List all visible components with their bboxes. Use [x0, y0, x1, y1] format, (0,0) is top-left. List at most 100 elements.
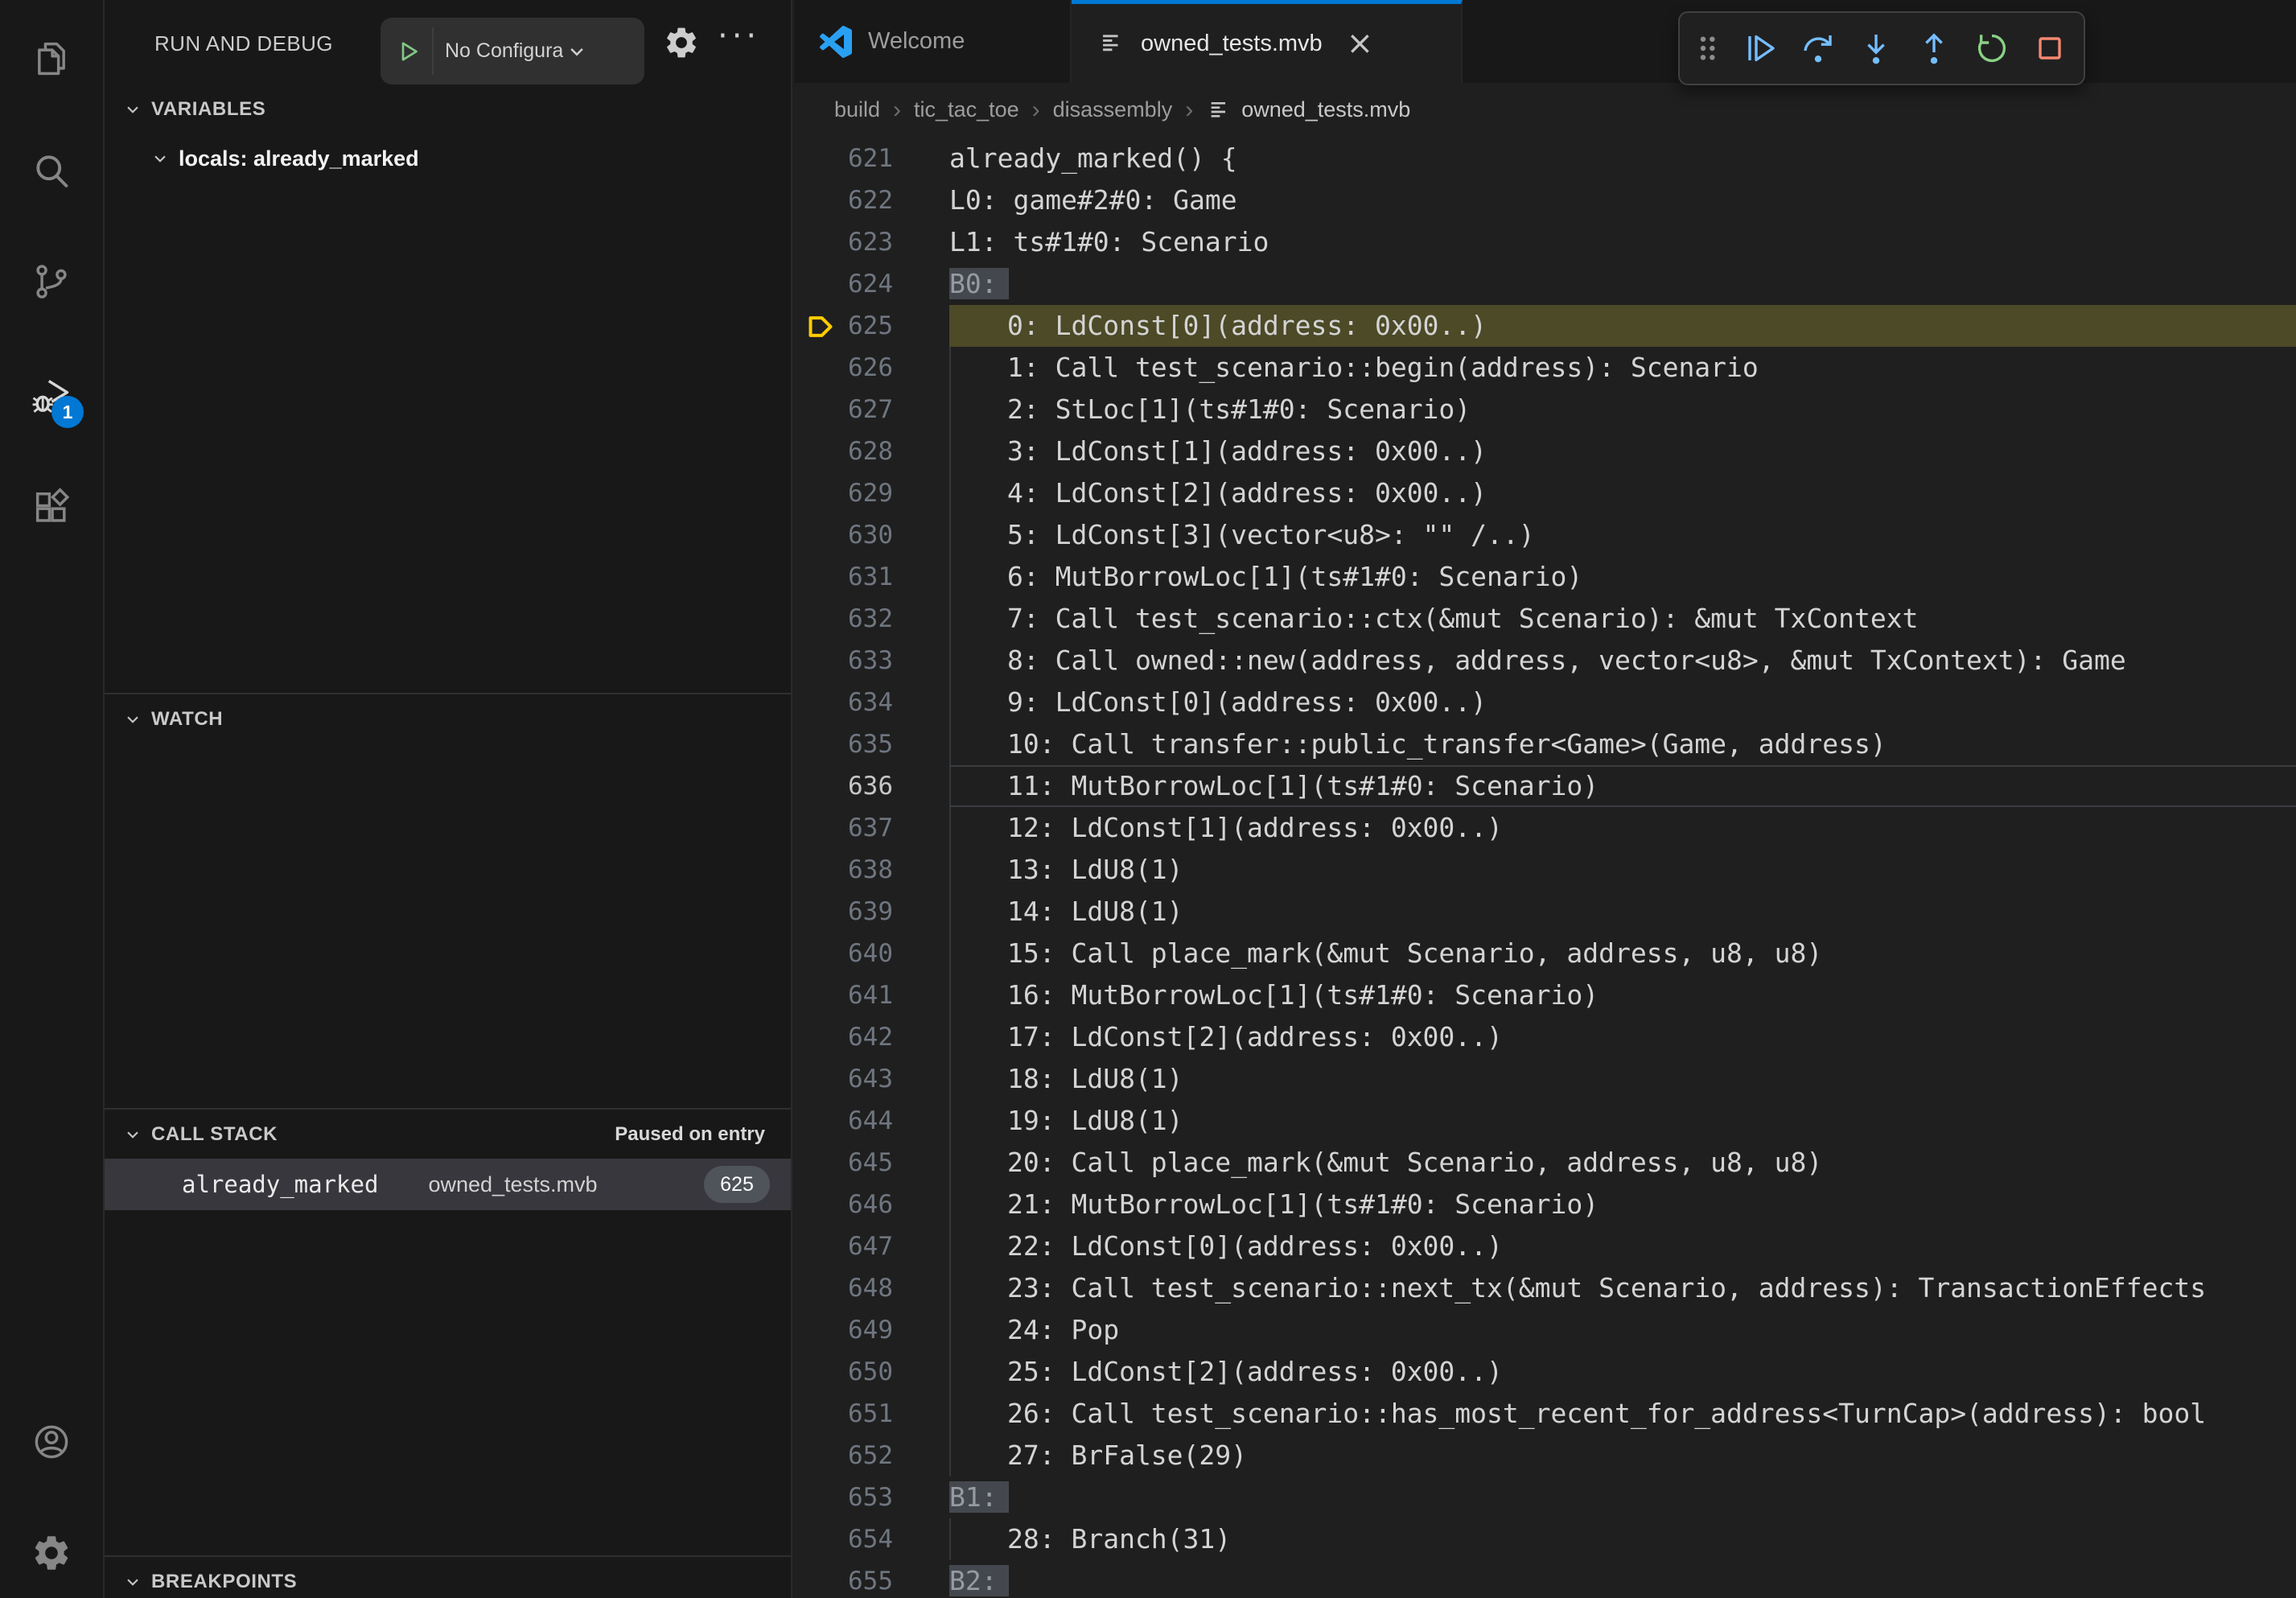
- start-debug-icon[interactable]: [393, 37, 422, 66]
- line-content[interactable]: 20: Call place_mark(&mut Scenario, addre…: [949, 1142, 2296, 1184]
- line-number[interactable]: 621: [794, 138, 893, 179]
- debug-continue-button[interactable]: [1736, 23, 1784, 73]
- line-content[interactable]: already_marked() {: [949, 138, 2296, 179]
- line-content[interactable]: 6: MutBorrowLoc[1](ts#1#0: Scenario): [949, 556, 2296, 598]
- line-content[interactable]: 9: LdConst[0](address: 0x00..): [949, 682, 2296, 723]
- line-number[interactable]: 633: [794, 640, 893, 682]
- line-number[interactable]: 655: [794, 1560, 893, 1598]
- line-number[interactable]: 628: [794, 430, 893, 472]
- line-number[interactable]: 651: [794, 1393, 893, 1435]
- line-content[interactable]: 25: LdConst[2](address: 0x00..): [949, 1351, 2296, 1393]
- close-tab-icon[interactable]: ×: [1347, 27, 1374, 60]
- line-content[interactable]: 17: LdConst[2](address: 0x00..): [949, 1016, 2296, 1058]
- line-number[interactable]: 630: [794, 514, 893, 556]
- line-number[interactable]: 640: [794, 933, 893, 974]
- section-header-watch[interactable]: WATCH: [105, 697, 791, 742]
- debug-step-over-button[interactable]: [1794, 23, 1841, 73]
- line-number[interactable]: 648: [794, 1267, 893, 1309]
- activity-item-explorer[interactable]: [0, 12, 103, 105]
- line-content[interactable]: 14: LdU8(1): [949, 891, 2296, 933]
- line-number[interactable]: 627: [794, 389, 893, 430]
- line-number[interactable]: 638: [794, 849, 893, 891]
- activity-item-source-control[interactable]: [0, 235, 103, 328]
- line-content[interactable]: 13: LdU8(1): [949, 849, 2296, 891]
- line-content[interactable]: 12: LdConst[1](address: 0x00..): [949, 807, 2296, 849]
- line-content[interactable]: 24: Pop: [949, 1309, 2296, 1351]
- line-content[interactable]: 21: MutBorrowLoc[1](ts#1#0: Scenario): [949, 1184, 2296, 1225]
- debug-step-out-button[interactable]: [1911, 23, 1958, 73]
- line-number[interactable]: 632: [794, 598, 893, 640]
- line-content[interactable]: 0: LdConst[0](address: 0x00..): [949, 305, 2296, 347]
- line-number[interactable]: 646: [794, 1184, 893, 1225]
- line-content[interactable]: 10: Call transfer::public_transfer<Game>…: [949, 723, 2296, 765]
- line-number[interactable]: 639: [794, 891, 893, 933]
- line-content[interactable]: 26: Call test_scenario::has_most_recent_…: [949, 1393, 2296, 1435]
- line-number[interactable]: 645: [794, 1142, 893, 1184]
- more-actions-button[interactable]: ···: [718, 18, 760, 55]
- line-number[interactable]: 631: [794, 556, 893, 598]
- breadcrumb-item[interactable]: tic_tac_toe: [914, 97, 1019, 122]
- line-number[interactable]: 637: [794, 807, 893, 849]
- line-number[interactable]: 624: [794, 263, 893, 305]
- line-number[interactable]: 654: [794, 1518, 893, 1560]
- activity-item-search[interactable]: [0, 124, 103, 217]
- line-content[interactable]: 23: Call test_scenario::next_tx(&mut Sce…: [949, 1267, 2296, 1309]
- line-content[interactable]: 5: LdConst[3](vector<u8>: "" /..): [949, 514, 2296, 556]
- debug-settings-gear-icon[interactable]: [663, 24, 700, 61]
- line-content[interactable]: L0: game#2#0: Game: [949, 179, 2296, 221]
- line-number[interactable]: 641: [794, 974, 893, 1016]
- line-number[interactable]: 635: [794, 723, 893, 765]
- line-content[interactable]: 2: StLoc[1](ts#1#0: Scenario): [949, 389, 2296, 430]
- line-number[interactable]: 642: [794, 1016, 893, 1058]
- activity-item-extensions[interactable]: [0, 460, 103, 554]
- line-number[interactable]: 653: [794, 1477, 893, 1518]
- line-content[interactable]: 3: LdConst[1](address: 0x00..): [949, 430, 2296, 472]
- line-content[interactable]: 15: Call place_mark(&mut Scenario, addre…: [949, 933, 2296, 974]
- line-number[interactable]: 643: [794, 1058, 893, 1100]
- line-number[interactable]: 647: [794, 1225, 893, 1267]
- breadcrumb-file[interactable]: owned_tests.mvb: [1241, 97, 1410, 122]
- call-stack-frame[interactable]: already_marked owned_tests.mvb 625: [105, 1159, 791, 1210]
- line-number[interactable]: 650: [794, 1351, 893, 1393]
- line-content[interactable]: B1:: [949, 1477, 2296, 1518]
- line-content[interactable]: 16: MutBorrowLoc[1](ts#1#0: Scenario): [949, 974, 2296, 1016]
- breadcrumb-item[interactable]: disassembly: [1053, 97, 1173, 122]
- line-content[interactable]: 7: Call test_scenario::ctx(&mut Scenario…: [949, 598, 2296, 640]
- line-number[interactable]: 626: [794, 347, 893, 389]
- line-content[interactable]: 28: Branch(31): [949, 1518, 2296, 1560]
- line-content[interactable]: 4: LdConst[2](address: 0x00..): [949, 472, 2296, 514]
- line-number[interactable]: 623: [794, 221, 893, 263]
- section-header-breakpoints[interactable]: BREAKPOINTS: [105, 1559, 791, 1598]
- line-content[interactable]: 11: MutBorrowLoc[1](ts#1#0: Scenario): [949, 765, 2296, 807]
- line-content[interactable]: 1: Call test_scenario::begin(address): S…: [949, 347, 2296, 389]
- line-number[interactable]: 636: [794, 765, 893, 807]
- breadcrumb-item[interactable]: build: [834, 97, 880, 122]
- debug-configuration-dropdown[interactable]: No Configura: [381, 18, 644, 84]
- line-content[interactable]: L1: ts#1#0: Scenario: [949, 221, 2296, 263]
- activity-item-settings[interactable]: [0, 1506, 103, 1598]
- line-content[interactable]: B0:: [949, 263, 2296, 305]
- debug-stop-button[interactable]: [2026, 23, 2074, 73]
- variables-scope-locals[interactable]: locals: already_marked: [105, 137, 791, 180]
- line-number[interactable]: 649: [794, 1309, 893, 1351]
- line-number[interactable]: 644: [794, 1100, 893, 1142]
- line-content[interactable]: B2:: [949, 1560, 2296, 1598]
- debug-step-into-button[interactable]: [1853, 23, 1900, 73]
- line-content[interactable]: 8: Call owned::new(address, address, vec…: [949, 640, 2296, 682]
- line-number[interactable]: 652: [794, 1435, 893, 1477]
- line-number[interactable]: 629: [794, 472, 893, 514]
- debug-restart-button[interactable]: [1969, 23, 2016, 73]
- activity-item-run-and-debug[interactable]: [0, 349, 103, 443]
- activity-item-account[interactable]: [0, 1395, 103, 1489]
- toolbar-drag-handle-icon[interactable]: [1689, 30, 1726, 67]
- line-content[interactable]: 27: BrFalse(29): [949, 1435, 2296, 1477]
- tab-owned-tests-mvb[interactable]: owned_tests.mvb ×: [1072, 0, 1463, 83]
- line-content[interactable]: 18: LdU8(1): [949, 1058, 2296, 1100]
- tab-welcome[interactable]: Welcome: [794, 0, 1072, 83]
- section-header-call-stack[interactable]: CALL STACK Paused on entry: [105, 1112, 791, 1157]
- line-content[interactable]: 22: LdConst[0](address: 0x00..): [949, 1225, 2296, 1267]
- line-content[interactable]: 19: LdU8(1): [949, 1100, 2296, 1142]
- line-number[interactable]: 634: [794, 682, 893, 723]
- line-number[interactable]: 622: [794, 179, 893, 221]
- section-header-variables[interactable]: VARIABLES: [105, 87, 791, 132]
